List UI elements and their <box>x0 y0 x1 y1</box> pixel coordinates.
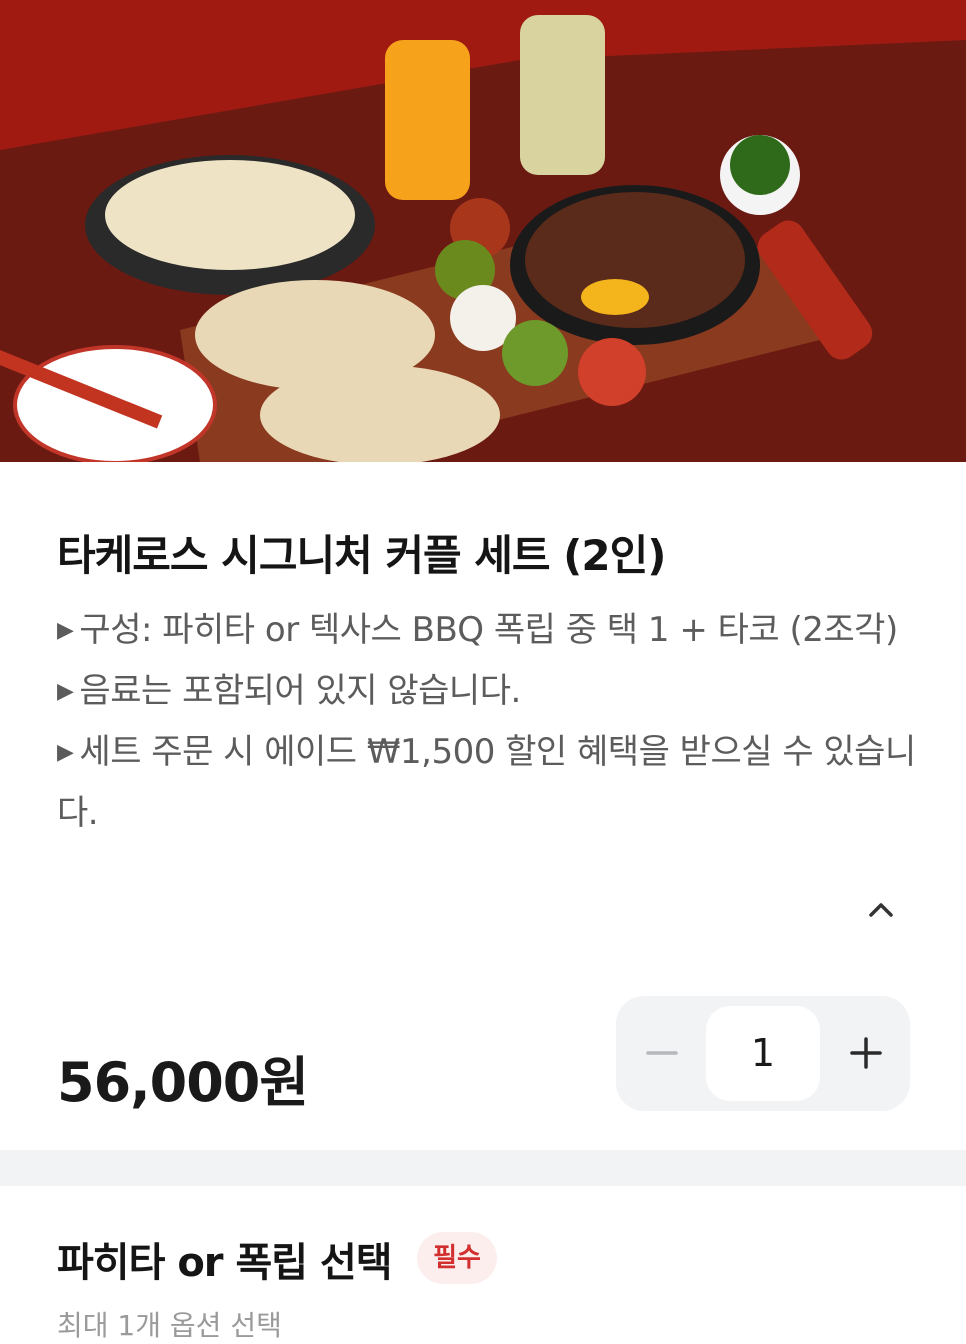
plus-icon <box>850 1037 882 1069</box>
description-line: ▶ 구성: 파히타 or 텍사스 BBQ 폭립 중 택 1 + 타코 (2조각) <box>57 600 917 661</box>
product-image <box>0 0 966 462</box>
product-title: 타케로스 시그니처 커플 세트 (2인) <box>57 531 666 580</box>
option-group-subtitle: 최대 1개 옵션 선택 <box>57 1309 282 1342</box>
bullet-icon: ▶ <box>57 740 74 765</box>
description-line: ▶ 세트 주문 시 에이드 ₩1,500 할인 혜택을 받으실 수 있습니다. <box>57 722 917 843</box>
product-price: 56,000원 <box>57 1051 309 1114</box>
decrease-quantity-button[interactable] <box>616 996 706 1111</box>
description-line: ▶ 음료는 포함되어 있지 않습니다. <box>57 661 917 722</box>
quantity-stepper: 1 <box>616 996 910 1111</box>
section-divider <box>0 1150 966 1186</box>
quantity-value[interactable]: 1 <box>706 1006 820 1101</box>
chevron-up-icon <box>869 903 893 917</box>
increase-quantity-button[interactable] <box>820 996 910 1111</box>
bullet-icon: ▶ <box>57 618 74 643</box>
option-group-title: 파히타 or 폭립 선택 <box>57 1240 393 1286</box>
bullet-icon: ▶ <box>57 679 74 704</box>
collapse-description-button[interactable] <box>862 893 900 925</box>
required-badge: 필수 <box>417 1232 497 1284</box>
product-description: ▶ 구성: 파히타 or 텍사스 BBQ 폭립 중 택 1 + 타코 (2조각) … <box>57 600 917 843</box>
minus-icon <box>646 1051 678 1055</box>
